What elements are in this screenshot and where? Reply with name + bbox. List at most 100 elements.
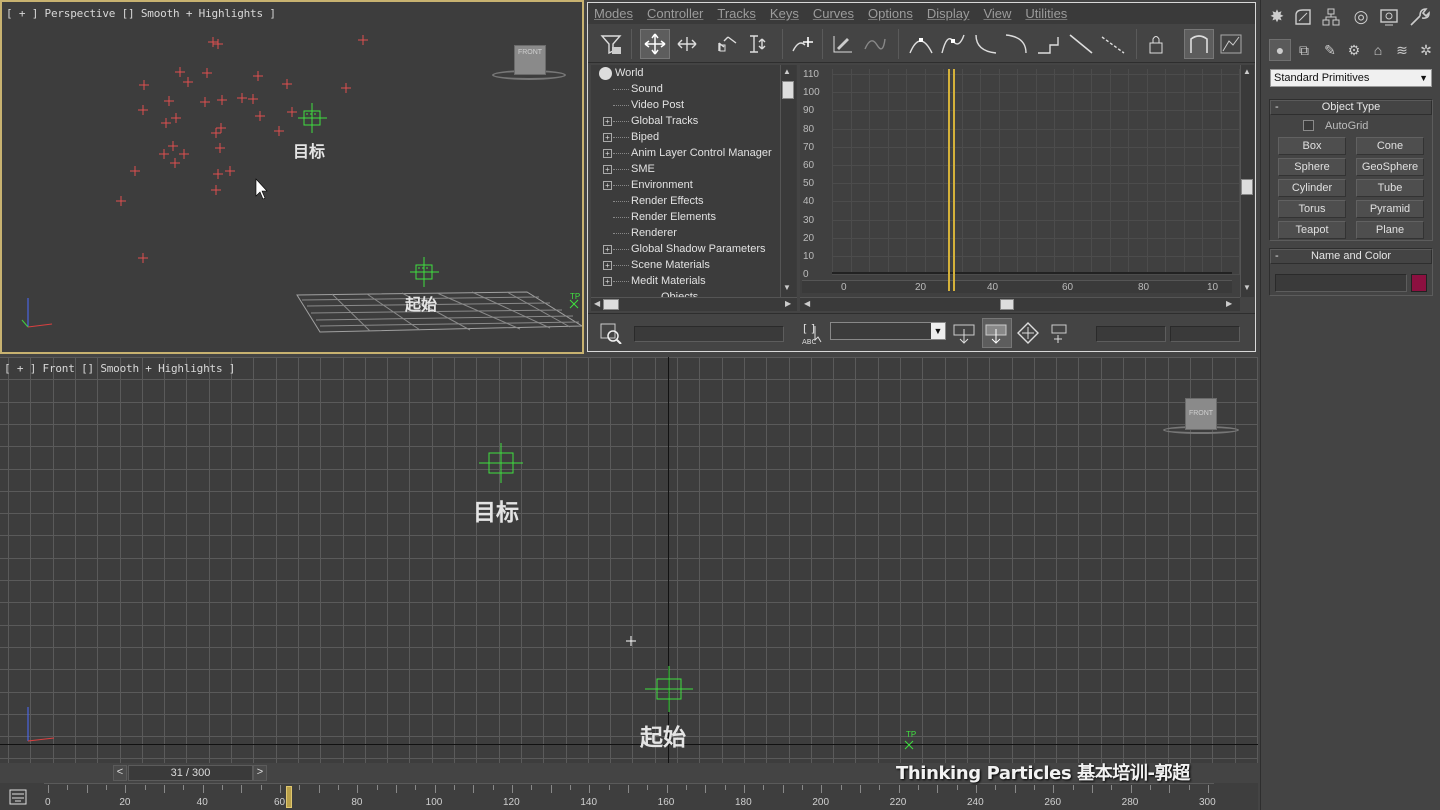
frame-field[interactable] (1096, 326, 1166, 342)
frame-ruler[interactable]: 0 20 40 60 80 100 120 140 160 180 200 220 240 260 280 3… (44, 783, 1216, 810)
scale-keys-icon[interactable] (712, 29, 742, 59)
perspective-viewport[interactable]: [ + ] Perspective [] Smooth + Highlights… (0, 0, 584, 354)
tree-item[interactable]: + SME (603, 161, 655, 177)
frame-horizontal-icon[interactable] (982, 318, 1012, 348)
tangent-smooth-icon[interactable] (1098, 29, 1128, 59)
current-time-marker[interactable] (285, 786, 292, 808)
object-name-field[interactable] (1275, 274, 1407, 292)
display-tab-icon[interactable] (1377, 5, 1401, 29)
torus-button[interactable]: Torus (1278, 200, 1346, 218)
current-frame-line-a[interactable] (948, 69, 950, 291)
geosphere-button[interactable]: GeoSphere (1356, 158, 1424, 176)
tree-item[interactable]: + Global Tracks (603, 113, 698, 129)
sphere-button[interactable]: Sphere (1278, 158, 1346, 176)
expand-icon[interactable]: + (603, 116, 612, 126)
plane-button[interactable]: Plane (1356, 221, 1424, 239)
menu-controller[interactable]: Controller (647, 6, 703, 21)
viewcube[interactable]: FRONT (492, 42, 567, 82)
tree-item[interactable]: Render Elements (603, 209, 716, 225)
graph-vertical-scrollbar[interactable]: ▲ ▼ (1240, 65, 1254, 297)
move-keys-icon[interactable] (640, 29, 670, 59)
slide-keys-icon[interactable] (672, 29, 702, 59)
track-name-field[interactable] (634, 326, 784, 342)
trackbar[interactable]: 0 20 40 60 80 100 120 140 160 180 200 220 240 260 280 3… (0, 783, 1258, 810)
current-frame-line-b[interactable] (953, 69, 955, 291)
viewcube-face[interactable]: FRONT (514, 45, 546, 75)
add-keys-icon[interactable] (788, 29, 818, 59)
zoom-values-icon[interactable] (1046, 318, 1076, 348)
zoom-region-icon[interactable] (1014, 318, 1044, 348)
object-color-swatch[interactable] (1411, 274, 1427, 292)
tree-vertical-scrollbar[interactable]: ▲ ▼ (780, 65, 796, 297)
tangent-slow-icon[interactable] (1002, 29, 1032, 59)
expand-icon[interactable]: + (603, 244, 612, 254)
primitive-category-dropdown[interactable]: Standard Primitives ▼ (1270, 69, 1432, 87)
tube-button[interactable]: Tube (1356, 179, 1424, 197)
object-type-rollout-header[interactable]: - Object Type (1270, 100, 1432, 115)
shapes-icon[interactable]: ⧉ (1293, 39, 1315, 61)
tree-item[interactable]: Objects (633, 289, 698, 297)
box-button[interactable]: Box (1278, 137, 1346, 155)
tangent-auto-icon[interactable] (906, 29, 936, 59)
selection-dropdown[interactable]: ▼ (830, 322, 946, 340)
graph-horizontal-scrollbar[interactable]: ◀ ▶ (800, 297, 1240, 311)
value-field[interactable] (1170, 326, 1240, 342)
next-frame-button[interactable]: > (253, 765, 267, 781)
curve-graph[interactable]: 110 100 90 80 70 60 50 40 30 20 10 0 0 20 40 60 80 10 (800, 65, 1240, 297)
frame-ruler[interactable] (802, 280, 1232, 293)
cylinder-button[interactable]: Cylinder (1278, 179, 1346, 197)
expand-icon[interactable]: + (603, 180, 612, 190)
menu-tracks[interactable]: Tracks (717, 6, 756, 21)
filters-icon[interactable] (596, 29, 626, 59)
utilities-tab-icon[interactable] (1407, 5, 1431, 29)
lights-icon[interactable]: ✎ (1319, 39, 1341, 61)
tree-item[interactable]: Render Effects (603, 193, 704, 209)
cameras-icon[interactable]: ⚙ (1343, 39, 1365, 61)
expand-icon[interactable]: + (603, 132, 612, 142)
menu-view[interactable]: View (983, 6, 1011, 21)
expand-icon[interactable]: + (603, 260, 612, 270)
trackbar-filter-icon[interactable] (8, 788, 30, 806)
reduce-keys-icon[interactable] (860, 29, 890, 59)
viewcube-face[interactable]: FRONT (1185, 398, 1217, 430)
tree-item[interactable]: + Global Shadow Parameters (603, 241, 766, 257)
tree-item[interactable]: + Anim Layer Control Manager (603, 145, 772, 161)
tree-item[interactable]: Video Post (603, 97, 684, 113)
tree-item[interactable]: World (599, 65, 644, 81)
menu-display[interactable]: Display (927, 6, 970, 21)
lock-selection-icon[interactable] (1142, 29, 1172, 59)
tree-item[interactable]: Renderer (603, 225, 677, 241)
autogrid-checkbox[interactable] (1303, 120, 1314, 131)
tree-item[interactable]: + Scene Materials (603, 257, 710, 273)
menu-options[interactable]: Options (868, 6, 913, 21)
pyramid-button[interactable]: Pyramid (1356, 200, 1424, 218)
tree-item[interactable]: Sound (603, 81, 663, 97)
menu-curves[interactable]: Curves (813, 6, 854, 21)
cone-button[interactable]: Cone (1356, 137, 1424, 155)
front-viewport[interactable]: [ + ] Front [] Smooth + Highlights ] 目标 … (0, 357, 1258, 763)
show-keys-icon[interactable]: [ ] ABC (798, 318, 828, 348)
time-slider-thumb[interactable]: 31 / 300 (128, 765, 253, 781)
tree-horizontal-scrollbar[interactable]: ◀ ▶ (591, 297, 797, 311)
teapot-button[interactable]: Teapot (1278, 221, 1346, 239)
sun-icon[interactable]: ✸ (1265, 5, 1289, 29)
menu-keys[interactable]: Keys (770, 6, 799, 21)
scale-values-icon[interactable] (744, 29, 774, 59)
helpers-icon[interactable]: ⌂ (1367, 39, 1389, 61)
geometry-icon[interactable]: ● (1269, 39, 1291, 61)
pan-icon[interactable] (950, 318, 980, 348)
tree-item[interactable]: + Environment (603, 177, 693, 193)
tangent-linear-icon[interactable] (1066, 29, 1096, 59)
tangent-step-icon[interactable] (1034, 29, 1064, 59)
name-color-rollout-header[interactable]: - Name and Color (1270, 249, 1432, 264)
expand-icon[interactable]: + (603, 164, 612, 174)
modify-tab-icon[interactable] (1291, 5, 1315, 29)
menu-modes[interactable]: Modes (594, 6, 633, 21)
draw-curves-icon[interactable] (828, 29, 858, 59)
menu-utilities[interactable]: Utilities (1025, 6, 1067, 21)
tangent-spline-icon[interactable] (938, 29, 968, 59)
viewcube[interactable]: FRONT (1163, 395, 1241, 435)
snap-frames-icon[interactable] (1184, 29, 1214, 59)
prev-frame-button[interactable]: < (113, 765, 127, 781)
hierarchy-tab-icon[interactable] (1319, 5, 1343, 29)
